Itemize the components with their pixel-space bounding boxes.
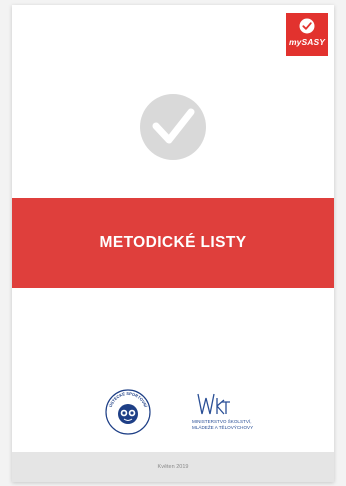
document-title: METODICKÉ LISTY <box>99 234 247 251</box>
check-circle-icon <box>140 94 206 160</box>
ministry-line-2: MLÁDEŽE A TĚLOVÝCHOVY <box>192 423 253 430</box>
title-banner: METODICKÉ LISTY <box>12 198 334 288</box>
footer: Květen 2019 <box>12 452 334 482</box>
document-cover: mySASY METODICKÉ LISTY ÚSTECKÉ SPORTOVNÍ <box>12 5 334 482</box>
brand-badge: mySASY <box>286 13 328 56</box>
ministry-line-1: MINISTERSTVO ŠKOLSTVÍ, <box>192 418 251 424</box>
check-circle-icon <box>299 18 315 34</box>
publication-date: Květen 2019 <box>157 464 189 470</box>
partner-logos: ÚSTECKÉ SPORTOVNÍ MINISTERSTVO ŠKOLSTVÍ,… <box>12 388 334 438</box>
sports-association-logo: ÚSTECKÉ SPORTOVNÍ <box>105 389 151 435</box>
ministry-logo: MINISTERSTVO ŠKOLSTVÍ, MLÁDEŽE A TĚLOVÝC… <box>192 393 253 430</box>
brand-name: mySASY <box>288 37 326 47</box>
